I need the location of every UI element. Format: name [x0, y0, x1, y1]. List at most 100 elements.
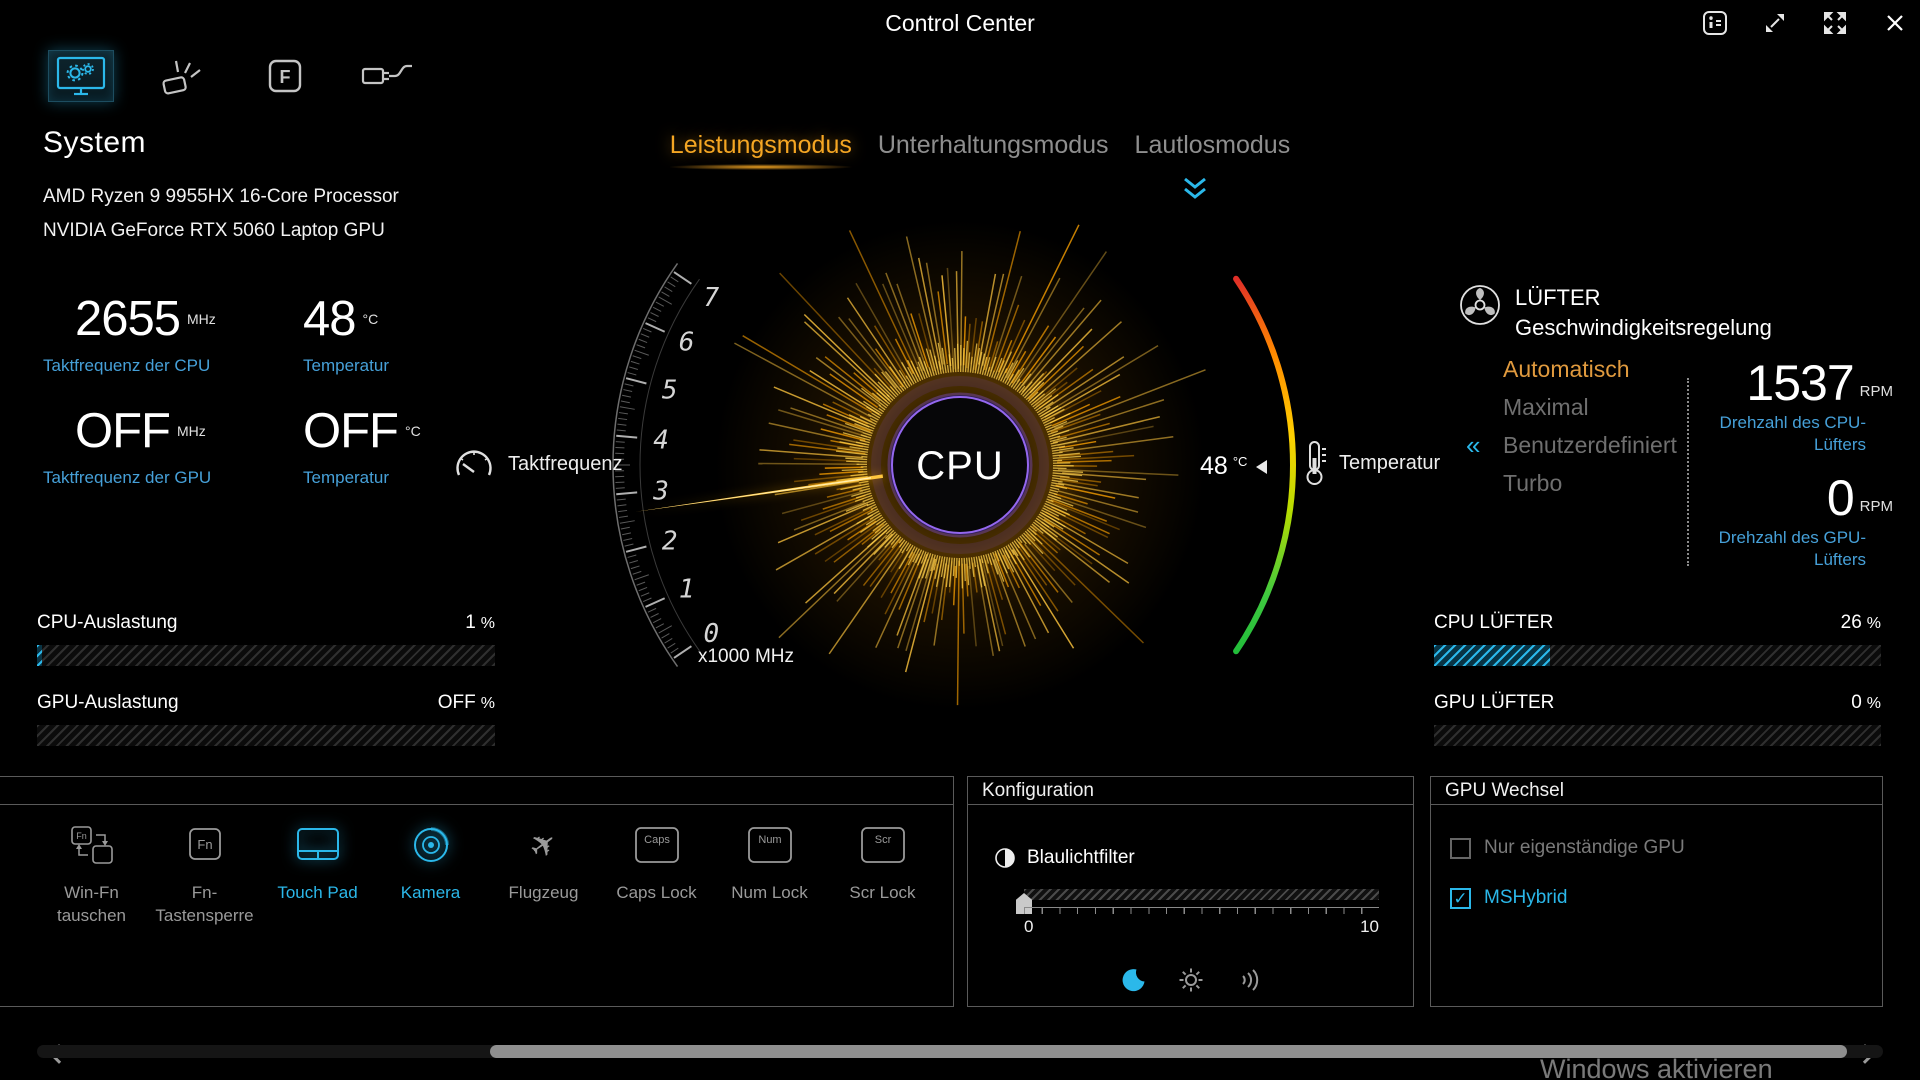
toggle-label: Flugzeug	[509, 881, 579, 904]
expand-modes-button[interactable]	[1180, 176, 1210, 202]
cpu-fan-bar	[1434, 645, 1881, 666]
restore-down-button[interactable]	[1760, 8, 1790, 38]
fan-header: LÜFTER Geschwindigkeitsregelung	[1458, 283, 1772, 343]
quick-toggle-panel-header	[0, 777, 953, 805]
close-button[interactable]	[1880, 8, 1910, 38]
main-toolbar: F	[48, 50, 420, 102]
temperature-value: 48	[1200, 452, 1228, 481]
toggle-touch-pad[interactable]: Touch Pad	[261, 821, 374, 927]
toggle-label: Touch Pad	[277, 881, 357, 904]
toggle-caps-lock[interactable]: Caps Caps Lock	[600, 821, 713, 927]
frequency-gauge-label: Taktfrequenz	[452, 446, 623, 482]
toggle-win-fn-tauschen[interactable]: FnWin-Fntauschen	[35, 821, 148, 927]
mode-tab-leistungsmodus[interactable]: Leistungsmodus	[670, 131, 852, 160]
tab-devices[interactable]	[354, 50, 420, 102]
cpu-rpm-label: Drehzahl des CPU-Lüfters	[1694, 412, 1866, 456]
svg-text:Fn: Fn	[197, 837, 212, 852]
cpu-name: A​MD Ryzen 9 9955HX 16-Core Processor	[43, 180, 523, 214]
fan-mode-label: Maximal	[1503, 394, 1589, 420]
toggle-flugzeug[interactable]: ✈ Flugzeug	[487, 821, 600, 927]
gpu-option-mshybrid[interactable]: ✓ MSHybrid	[1450, 887, 1685, 909]
svg-text:3: 3	[652, 476, 669, 506]
keyboard-backlight-icon	[159, 54, 207, 98]
cpu-fan-rpm: 1537 RPM Drehzahl des CPU-Lüfters	[1613, 358, 1893, 456]
bluelight-filter-icon	[994, 847, 1016, 869]
svg-text:Fn: Fn	[76, 831, 87, 841]
restore-down-icon	[1763, 11, 1787, 35]
brightness-icon[interactable]	[1178, 967, 1204, 993]
fan-mode-label: Turbo	[1503, 470, 1562, 496]
svg-text:Num: Num	[758, 834, 781, 846]
cpu-frequency-value: 2655	[75, 292, 180, 346]
svg-text:4: 4	[653, 426, 669, 456]
quick-toggle-panel: FnWin-FntauschenFnFn-Tastensperre Touch P…	[0, 776, 954, 1007]
temperature-marker-icon	[1256, 460, 1267, 474]
toggle-label: Num Lock	[731, 881, 808, 904]
toggle-label: Caps Lock	[616, 881, 696, 904]
gpu-fan-bar	[1434, 725, 1881, 746]
fan-subtitle: Geschwindigkeitsregelung	[1515, 313, 1772, 343]
key-icon: Scr	[859, 821, 907, 869]
bluelight-slider-ruler	[1024, 907, 1379, 914]
svg-text:6: 6	[679, 328, 695, 358]
bluelight-filter-label: Blaulichtfilter	[1027, 847, 1135, 869]
cpu-frequency-label: Taktfrequenz der CPU	[43, 356, 303, 376]
svg-text:Caps: Caps	[644, 834, 670, 846]
tab-system[interactable]	[48, 50, 114, 102]
double-chevron-left-icon[interactable]: «	[1466, 426, 1480, 464]
bluelight-slider-range: 0 10	[1024, 917, 1379, 937]
gpu-fan-meter: GPU LÜFTER 0%	[1434, 692, 1881, 746]
gpu-option-label: MSHybrid	[1484, 887, 1567, 909]
info-icon	[1702, 10, 1728, 36]
chevron-down-double-icon	[1180, 176, 1210, 202]
konfiguration-panel: Konfiguration Blaulichtfilter 0 10	[967, 776, 1414, 1007]
quick-toggle-list: FnWin-FntauschenFnFn-Tastensperre Touch P…	[35, 821, 939, 927]
gpu-rpm-unit: RPM	[1860, 498, 1893, 523]
frequency-label-text: Taktfrequenz	[508, 453, 623, 476]
mode-tabs: Leistungsmodus Unterhaltungsmodus Lautlosm…	[670, 131, 1290, 160]
toggle-num-lock[interactable]: Num Num Lock	[713, 821, 826, 927]
mode-tab-unterhaltungsmodus[interactable]: Unterhaltungsmodus	[878, 131, 1109, 160]
key-icon: Caps	[633, 821, 681, 869]
gpu-option-nur-eigenst-ndige-gpu[interactable]: Nur eigenständige GPU	[1450, 837, 1685, 859]
sound-icon[interactable]	[1236, 967, 1262, 993]
night-mode-icon[interactable]	[1120, 967, 1146, 993]
toggle-kamera[interactable]: Kamera	[374, 821, 487, 927]
info-button[interactable]	[1700, 8, 1730, 38]
svg-text:0: 0	[703, 619, 719, 649]
mode-tab-lautlosmodus[interactable]: Lautlosmodus	[1135, 131, 1291, 160]
gpu-option-label: Nur eigenständige GPU	[1484, 837, 1685, 859]
checkbox-mshybrid[interactable]: ✓	[1450, 888, 1471, 909]
cpu-frequency-stat: 2655MHz Taktfrequenz der CPU	[43, 294, 303, 376]
svg-text:1: 1	[679, 574, 695, 604]
system-settings-icon	[54, 54, 108, 98]
bluelight-slider-track[interactable]	[1024, 889, 1379, 900]
fullscreen-button[interactable]	[1820, 8, 1850, 38]
toggle-fn-tastensperre[interactable]: FnFn-Tastensperre	[148, 821, 261, 927]
thermometer-icon	[1303, 440, 1327, 486]
temperature-readout: 48 °C	[1200, 452, 1267, 481]
toggle-scr-lock[interactable]: ScrScr Lock	[826, 821, 939, 927]
speedometer-icon	[452, 446, 496, 482]
titlebar-buttons	[1700, 8, 1910, 38]
cpu-temperature-stat: 48°C Temperatur	[303, 294, 503, 376]
gpu-usage-label: GPU-Auslastung	[37, 692, 179, 714]
tab-lighting[interactable]	[150, 50, 216, 102]
toggle-label: Kamera	[401, 881, 461, 904]
airplane-icon: ✈	[530, 821, 557, 869]
checkbox-nur-eigenst-ndige-gpu[interactable]	[1450, 838, 1471, 859]
fan-title: LÜFTER	[1515, 283, 1772, 313]
temperature-gauge-label: Temperatur	[1303, 440, 1440, 486]
fan-mode-label: Automatisch	[1503, 356, 1630, 382]
gpu-frequency-stat: OFFMHz Taktfrequenz der GPU	[43, 406, 303, 488]
titlebar: Control Center	[0, 0, 1920, 48]
gpu-switch-panel: GPU Wechsel Nur eigenständige GPU✓MSHybr…	[1430, 776, 1883, 1007]
window-title: Control Center	[885, 10, 1035, 37]
gpu-usage-value: OFF%	[438, 692, 495, 714]
system-title: System	[43, 126, 523, 160]
camera-icon	[408, 821, 454, 869]
system-stats: 2655MHz Taktfrequenz der CPU 48°C Temper…	[43, 294, 523, 488]
tab-fn-keys[interactable]: F	[252, 50, 318, 102]
svg-text:2: 2	[662, 526, 678, 556]
close-icon	[1884, 12, 1906, 34]
